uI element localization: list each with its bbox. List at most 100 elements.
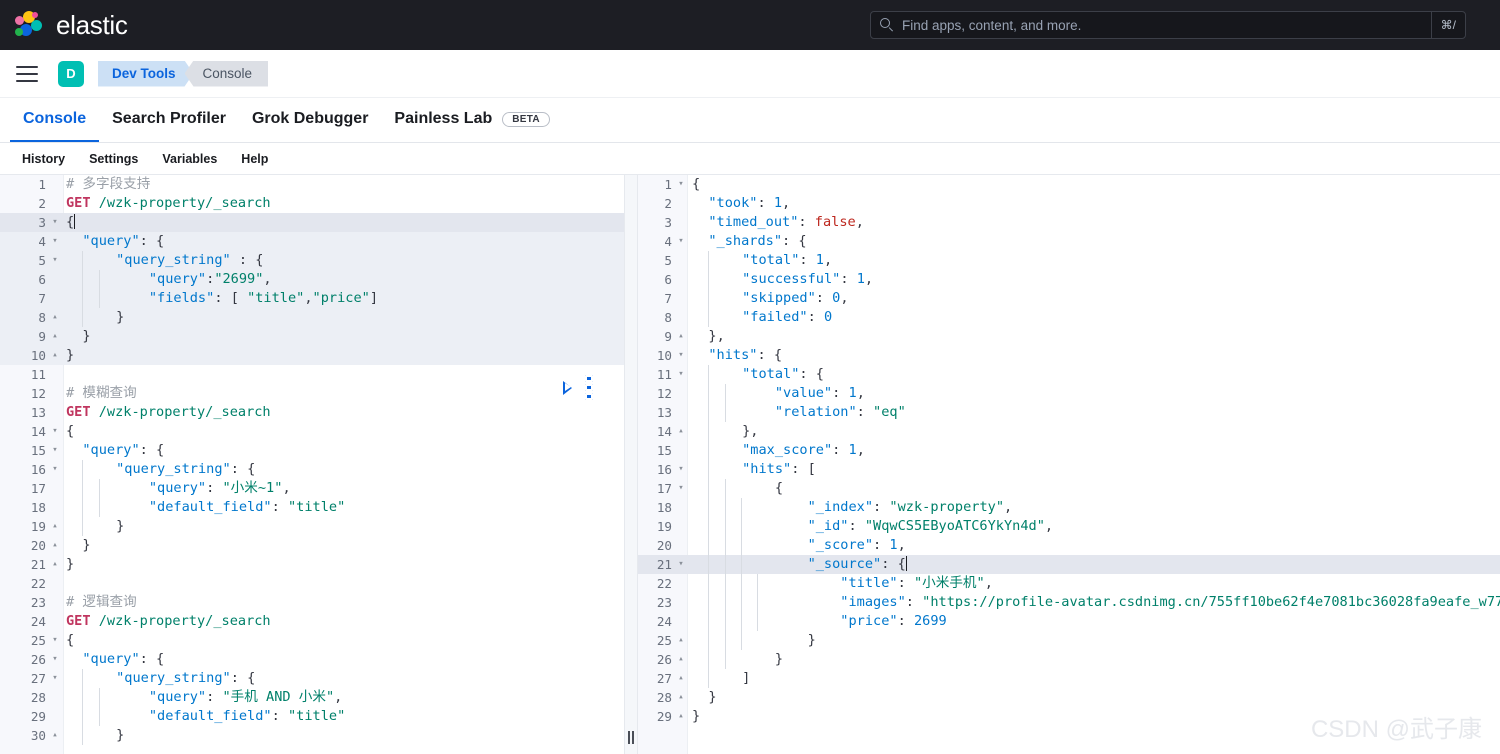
tab-console[interactable]: Console <box>10 98 99 142</box>
fold-toggle-icon[interactable]: ▴ <box>672 422 690 441</box>
code-line: 29▴} <box>638 707 1500 726</box>
fold-toggle-icon[interactable]: ▴ <box>46 517 64 536</box>
response-viewer[interactable]: 1▾{2 "took": 1,3 "timed_out": false,4▾ "… <box>638 175 1500 754</box>
fold-toggle-icon[interactable]: ▾ <box>46 251 64 270</box>
fold-toggle-icon[interactable]: ▴ <box>46 726 64 745</box>
tab-grok-debugger[interactable]: Grok Debugger <box>239 98 381 142</box>
code-text: "query":"2699", <box>64 270 272 289</box>
line-number: 30 <box>0 726 46 745</box>
fold-toggle-icon[interactable]: ▴ <box>672 707 690 726</box>
code-text: "fields": [ "title","price"] <box>64 289 378 308</box>
fold-toggle-icon[interactable]: ▴ <box>46 555 64 574</box>
code-line: 30▴ } <box>0 726 624 745</box>
line-number: 29 <box>638 707 672 726</box>
line-number: 12 <box>638 384 672 403</box>
menu-icon[interactable] <box>16 66 38 82</box>
line-number: 13 <box>0 403 46 422</box>
kebab-menu-icon[interactable] <box>585 375 594 400</box>
fold-toggle-icon[interactable]: ▾ <box>672 346 690 365</box>
line-number: 6 <box>0 270 46 289</box>
line-number: 10 <box>0 346 46 365</box>
submenu-item-history[interactable]: History <box>10 152 77 166</box>
fold-toggle-icon[interactable]: ▴ <box>672 688 690 707</box>
breadcrumb-item-dev-tools[interactable]: Dev Tools <box>98 61 194 87</box>
code-text: { <box>64 422 74 441</box>
brand[interactable]: elastic <box>14 10 128 41</box>
fold-toggle-icon[interactable]: ▾ <box>46 213 64 232</box>
code-line: 1▾{ <box>638 175 1500 194</box>
submenu-item-settings[interactable]: Settings <box>77 152 150 166</box>
code-text: { <box>64 213 75 232</box>
code-text: "total": { <box>690 365 824 384</box>
fold-toggle-icon[interactable]: ▴ <box>46 346 64 365</box>
code-line: 27▴ ] <box>638 669 1500 688</box>
line-number: 6 <box>638 270 672 289</box>
fold-toggle-icon[interactable]: ▾ <box>672 460 690 479</box>
line-number: 15 <box>638 441 672 460</box>
fold-toggle-icon[interactable]: ▾ <box>672 232 690 251</box>
tab-search-profiler-label: Search Profiler <box>112 110 226 128</box>
fold-toggle-icon[interactable]: ▾ <box>672 365 690 384</box>
request-editor[interactable]: 1# 多字段支持2GET /wzk-property/_search3▾{4▾ … <box>0 175 624 754</box>
fold-toggle-icon[interactable]: ▾ <box>46 422 64 441</box>
fold-toggle-icon[interactable]: ▾ <box>46 232 64 251</box>
fold-toggle-icon[interactable]: ▾ <box>46 650 64 669</box>
fold-toggle-icon[interactable]: ▾ <box>46 460 64 479</box>
code-line: 20 "_score": 1, <box>638 536 1500 555</box>
fold-toggle-icon[interactable]: ▴ <box>46 327 64 346</box>
console-submenu: History Settings Variables Help <box>0 143 1500 175</box>
code-line: 28 "query": "手机 AND 小米", <box>0 688 624 707</box>
fold-toggle-icon[interactable]: ▾ <box>672 555 690 574</box>
breadcrumb-item-console[interactable]: Console <box>185 61 269 87</box>
line-number: 7 <box>0 289 46 308</box>
code-line: 26▾ "query": { <box>0 650 624 669</box>
search-input[interactable] <box>894 17 1431 34</box>
code-text: } <box>64 346 74 365</box>
submenu-item-help[interactable]: Help <box>229 152 280 166</box>
line-number: 20 <box>638 536 672 555</box>
code-line: 26▴ } <box>638 650 1500 669</box>
request-code[interactable]: 1# 多字段支持2GET /wzk-property/_search3▾{4▾ … <box>0 175 624 745</box>
code-text: # 模糊查询 <box>64 384 137 403</box>
code-text: } <box>64 726 124 745</box>
line-number: 16 <box>638 460 672 479</box>
request-horizontal-scrollbar[interactable] <box>0 750 610 754</box>
code-text: "successful": 1, <box>690 270 873 289</box>
code-line: 9▴ } <box>0 327 624 346</box>
pane-resizer[interactable] <box>624 175 638 754</box>
fold-toggle-icon[interactable]: ▾ <box>46 441 64 460</box>
code-line: 12# 模糊查询 <box>0 384 624 403</box>
code-text: { <box>690 479 783 498</box>
code-line: 4▾ "query": { <box>0 232 624 251</box>
code-line: 1# 多字段支持 <box>0 175 624 194</box>
code-text: "query": { <box>64 441 164 460</box>
tab-search-profiler[interactable]: Search Profiler <box>99 98 239 142</box>
code-line: 21▴} <box>0 555 624 574</box>
fold-toggle-icon[interactable]: ▴ <box>672 631 690 650</box>
fold-toggle-icon[interactable]: ▴ <box>672 650 690 669</box>
fold-toggle-icon[interactable]: ▾ <box>672 175 690 194</box>
search-icon <box>880 18 894 32</box>
tab-painless-lab[interactable]: Painless Lab BETA <box>381 98 563 142</box>
code-line: 11▾ "total": { <box>638 365 1500 384</box>
line-number: 11 <box>638 365 672 384</box>
fold-toggle-icon[interactable]: ▾ <box>46 669 64 688</box>
fold-toggle-icon[interactable]: ▾ <box>46 631 64 650</box>
global-search[interactable]: ⌘/ <box>870 11 1466 39</box>
code-line: 25▾{ <box>0 631 624 650</box>
play-icon[interactable] <box>562 381 575 395</box>
code-text: "max_score": 1, <box>690 441 865 460</box>
code-line: 16▾ "hits": [ <box>638 460 1500 479</box>
code-line: 24 "price": 2699 <box>638 612 1500 631</box>
submenu-item-variables[interactable]: Variables <box>150 152 229 166</box>
line-number: 13 <box>638 403 672 422</box>
code-line: 13 "relation": "eq" <box>638 403 1500 422</box>
fold-toggle-icon[interactable]: ▴ <box>672 327 690 346</box>
code-text: "timed_out": false, <box>690 213 864 232</box>
line-number: 27 <box>0 669 46 688</box>
space-avatar[interactable]: D <box>58 61 84 87</box>
fold-toggle-icon[interactable]: ▴ <box>46 536 64 555</box>
fold-toggle-icon[interactable]: ▾ <box>672 479 690 498</box>
fold-toggle-icon[interactable]: ▴ <box>672 669 690 688</box>
fold-toggle-icon[interactable]: ▴ <box>46 308 64 327</box>
